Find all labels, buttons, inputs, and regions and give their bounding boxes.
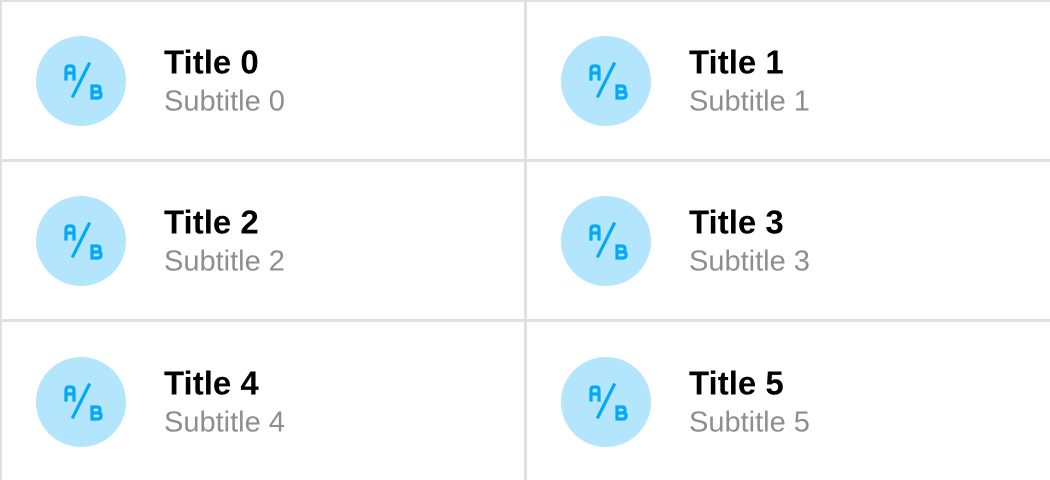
- avatar: [561, 357, 651, 447]
- list-item[interactable]: Title 1 Subtitle 1: [527, 2, 1050, 162]
- list-item[interactable]: Title 5 Subtitle 5: [527, 322, 1050, 480]
- avatar: [561, 195, 651, 286]
- item-subtitle: Subtitle 0: [164, 85, 285, 117]
- list-grid: Title 0 Subtitle 0 Title 1 Subtitle 1 Ti…: [0, 0, 1050, 480]
- item-subtitle: Subtitle 5: [689, 406, 810, 439]
- list-item[interactable]: Title 3 Subtitle 3: [527, 162, 1050, 322]
- ab-test-icon: [64, 382, 103, 421]
- avatar: [36, 35, 126, 126]
- ab-test-icon: [589, 221, 628, 260]
- list-item[interactable]: Title 2 Subtitle 2: [2, 162, 527, 322]
- item-title: Title 2: [164, 203, 259, 240]
- item-title: Title 0: [164, 43, 259, 80]
- avatar: [36, 357, 126, 447]
- item-subtitle: Subtitle 3: [689, 245, 810, 277]
- item-title: Title 1: [689, 43, 784, 80]
- item-subtitle: Subtitle 1: [689, 85, 810, 117]
- item-title: Title 5: [689, 364, 784, 402]
- avatar: [36, 195, 126, 286]
- list-item[interactable]: Title 0 Subtitle 0: [2, 2, 527, 162]
- item-title: Title 3: [689, 203, 784, 240]
- ab-test-icon: [64, 221, 103, 260]
- list-item[interactable]: Title 4 Subtitle 4: [2, 322, 527, 480]
- item-subtitle: Subtitle 2: [164, 245, 285, 277]
- avatar: [561, 35, 651, 126]
- item-subtitle: Subtitle 4: [164, 406, 285, 439]
- ab-test-icon: [64, 61, 103, 100]
- ab-test-icon: [589, 382, 628, 421]
- ab-test-icon: [589, 61, 628, 100]
- item-title: Title 4: [164, 364, 259, 402]
